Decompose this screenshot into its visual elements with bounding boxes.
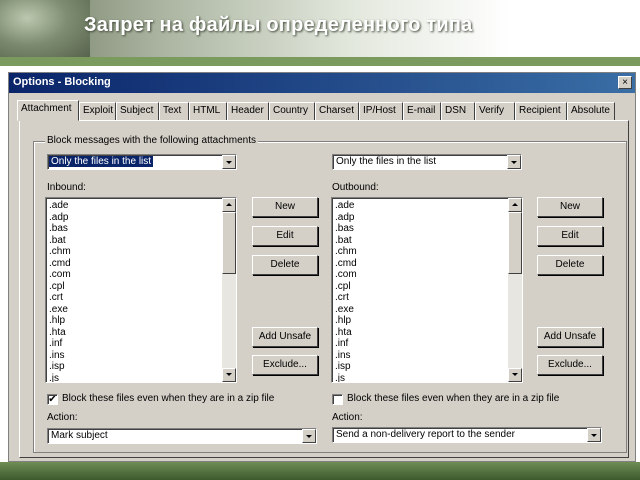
inbound-edit-button[interactable]: Edit: [252, 226, 318, 246]
outbound-label: Outbound:: [332, 182, 379, 193]
list-item[interactable]: .isp: [48, 361, 222, 373]
outbound-delete-button[interactable]: Delete: [537, 255, 603, 275]
inbound-zip-label: Block these files even when they are in …: [62, 393, 275, 404]
list-item[interactable]: .exe: [48, 304, 222, 316]
inbound-delete-button[interactable]: Delete: [252, 255, 318, 275]
outbound-action-value: Send a non-delivery report to the sender: [336, 429, 515, 440]
slide-footer-band: [0, 462, 640, 480]
outbound-mode-select[interactable]: Only the files in the list: [332, 154, 522, 170]
tab-text[interactable]: Text: [159, 102, 189, 120]
tab-absolute[interactable]: Absolute: [567, 102, 615, 120]
inbound-mode-value: Only the files in the list: [49, 156, 154, 167]
list-item[interactable]: .hta: [48, 327, 222, 339]
scroll-thumb[interactable]: [222, 212, 236, 274]
tab-verify[interactable]: Verify: [475, 102, 515, 120]
list-item[interactable]: .isp: [334, 361, 508, 373]
inbound-label: Inbound:: [47, 182, 86, 193]
inbound-scrollbar[interactable]: [222, 198, 236, 382]
list-item[interactable]: .inf: [48, 338, 222, 350]
tab-subject[interactable]: Subject: [116, 102, 159, 120]
outbound-new-button[interactable]: New: [537, 197, 603, 217]
tab-attachment[interactable]: Attachment: [17, 100, 79, 121]
list-item[interactable]: .adp: [48, 212, 222, 224]
list-item[interactable]: .bat: [48, 235, 222, 247]
list-item[interactable]: .inf: [334, 338, 508, 350]
chevron-down-icon[interactable]: [222, 155, 236, 169]
outbound-action-label: Action:: [332, 412, 363, 423]
options-window: Options - Blocking × Attachment Exploit …: [8, 72, 636, 462]
chevron-down-icon[interactable]: [587, 428, 601, 442]
outbound-items: .ade .adp .bas .bat .chm .cmd .com .cpl .crt .exe…: [334, 200, 508, 383]
list-item[interactable]: .cpl: [334, 281, 508, 293]
scroll-thumb[interactable]: [508, 212, 522, 274]
list-item[interactable]: .chm: [334, 246, 508, 258]
outbound-mode-value: Only the files in the list: [336, 156, 437, 167]
inbound-new-button[interactable]: New: [252, 197, 318, 217]
list-item[interactable]: .hlp: [48, 315, 222, 327]
list-item[interactable]: .cmd: [334, 258, 508, 270]
scroll-down-icon[interactable]: [222, 368, 236, 382]
outbound-list[interactable]: .ade .adp .bas .bat .chm .cmd .com .cpl .crt .exe…: [331, 197, 523, 383]
list-item[interactable]: .cmd: [48, 258, 222, 270]
scroll-down-icon[interactable]: [508, 368, 522, 382]
inbound-mode-select[interactable]: Only the files in the list: [47, 154, 237, 170]
window-title: Options - Blocking: [13, 76, 111, 88]
header-divider: [0, 57, 640, 66]
list-item[interactable]: .com: [48, 269, 222, 281]
tab-recipient[interactable]: Recipient: [515, 102, 567, 120]
list-item[interactable]: .bas: [334, 223, 508, 235]
tab-charset[interactable]: Charset: [315, 102, 359, 120]
inbound-zip-checkbox[interactable]: ✔: [47, 394, 58, 405]
tab-ip-host[interactable]: IP/Host: [359, 102, 403, 120]
list-item[interactable]: .ade: [48, 200, 222, 212]
list-item[interactable]: .cpl: [48, 281, 222, 293]
group-legend: Block messages with the following attach…: [45, 135, 258, 146]
close-icon[interactable]: ×: [618, 76, 632, 89]
list-item[interactable]: .js: [334, 373, 508, 383]
list-item[interactable]: .ins: [334, 350, 508, 362]
chevron-down-icon[interactable]: [302, 429, 316, 443]
outbound-action-select[interactable]: Send a non-delivery report to the sender: [332, 427, 602, 443]
scroll-up-icon[interactable]: [508, 198, 522, 212]
list-item[interactable]: .hta: [334, 327, 508, 339]
outbound-zip-checkbox[interactable]: [332, 394, 343, 405]
inbound-exclude-button[interactable]: Exclude...: [252, 355, 318, 375]
chevron-down-icon[interactable]: [507, 155, 521, 169]
inbound-list[interactable]: .ade .adp .bas .bat .chm .cmd .com .cpl .crt .exe…: [45, 197, 237, 383]
list-item[interactable]: .bat: [334, 235, 508, 247]
outbound-edit-button[interactable]: Edit: [537, 226, 603, 246]
leaf-decoration: [0, 0, 90, 60]
inbound-action-label: Action:: [47, 412, 78, 423]
list-item[interactable]: .js: [48, 373, 222, 383]
inbound-action-value: Mark subject: [51, 430, 108, 441]
list-item[interactable]: .crt: [48, 292, 222, 304]
outbound-scrollbar[interactable]: [508, 198, 522, 382]
tab-email[interactable]: E-mail: [403, 102, 441, 120]
list-item[interactable]: .hlp: [334, 315, 508, 327]
tab-exploit[interactable]: Exploit: [79, 102, 116, 120]
outbound-add-unsafe-button[interactable]: Add Unsafe: [537, 327, 603, 347]
outbound-zip-label: Block these files even when they are in …: [347, 393, 560, 404]
list-item[interactable]: .exe: [334, 304, 508, 316]
tab-html[interactable]: HTML: [189, 102, 227, 120]
inbound-add-unsafe-button[interactable]: Add Unsafe: [252, 327, 318, 347]
list-item[interactable]: .chm: [48, 246, 222, 258]
inbound-action-select[interactable]: Mark subject: [47, 428, 317, 444]
list-item[interactable]: .ins: [48, 350, 222, 362]
scroll-up-icon[interactable]: [222, 198, 236, 212]
list-item[interactable]: .bas: [48, 223, 222, 235]
list-item[interactable]: .adp: [334, 212, 508, 224]
tab-country[interactable]: Country: [269, 102, 315, 120]
list-item[interactable]: .ade: [334, 200, 508, 212]
inbound-items: .ade .adp .bas .bat .chm .cmd .com .cpl .crt .exe…: [48, 200, 222, 383]
list-item[interactable]: .crt: [334, 292, 508, 304]
slide-title: Запрет на файлы определенного типа: [84, 14, 473, 36]
outbound-exclude-button[interactable]: Exclude...: [537, 355, 603, 375]
window-titlebar: Options - Blocking ×: [9, 73, 635, 93]
list-item[interactable]: .com: [334, 269, 508, 281]
tab-dsn[interactable]: DSN: [441, 102, 475, 120]
tab-header[interactable]: Header: [227, 102, 269, 120]
